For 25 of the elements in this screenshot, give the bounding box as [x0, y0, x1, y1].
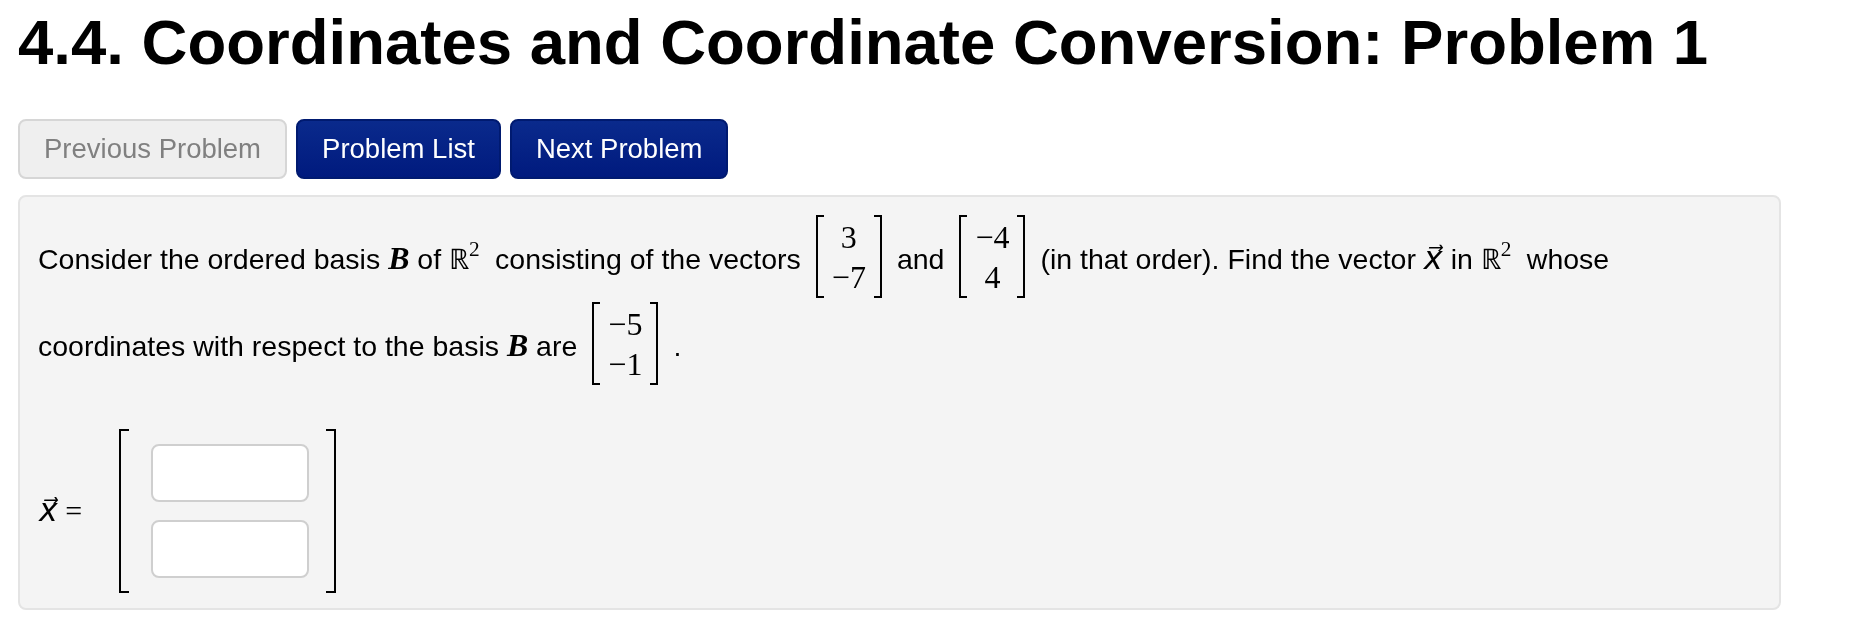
vector-entry: −7 — [831, 257, 866, 297]
problem-text: coordinates with respect to the basis B are — [38, 326, 578, 365]
problem-text: Consider the ordered basis B of ℝ$^{2}$ consisting of the vectors — [38, 238, 801, 278]
vector-entry: −5 — [608, 304, 643, 344]
bracket-icon — [119, 429, 130, 593]
vector-entry: −4 — [975, 217, 1010, 257]
vector-entry: 4 — [984, 257, 1001, 297]
nav-button[interactable]: Problem List — [296, 119, 501, 179]
vector-entry: −1 — [608, 344, 643, 384]
bracket-icon — [959, 215, 968, 298]
bracket-icon — [1017, 215, 1026, 298]
math-label: x⃗ = — [39, 492, 83, 530]
nav-button[interactable]: Next Problem — [509, 119, 729, 179]
answer-field[interactable] — [151, 520, 310, 578]
problem-text: (in that order). Find the vector x⃗ in ℝ$^{2}$ whose — [1040, 238, 1610, 278]
page-title: 4.4. Coordinates and Coordinate Conversion: Problem 1 — [18, 8, 1709, 77]
bracket-icon — [650, 302, 659, 385]
problem-text: . — [673, 328, 682, 364]
vector-entry: 3 — [840, 217, 857, 257]
bracket-icon — [873, 215, 882, 298]
bracket-icon — [815, 215, 824, 298]
bracket-icon — [592, 302, 601, 385]
bracket-icon — [326, 429, 337, 593]
answer-field[interactable] — [151, 444, 310, 502]
problem-text: and — [896, 241, 945, 277]
